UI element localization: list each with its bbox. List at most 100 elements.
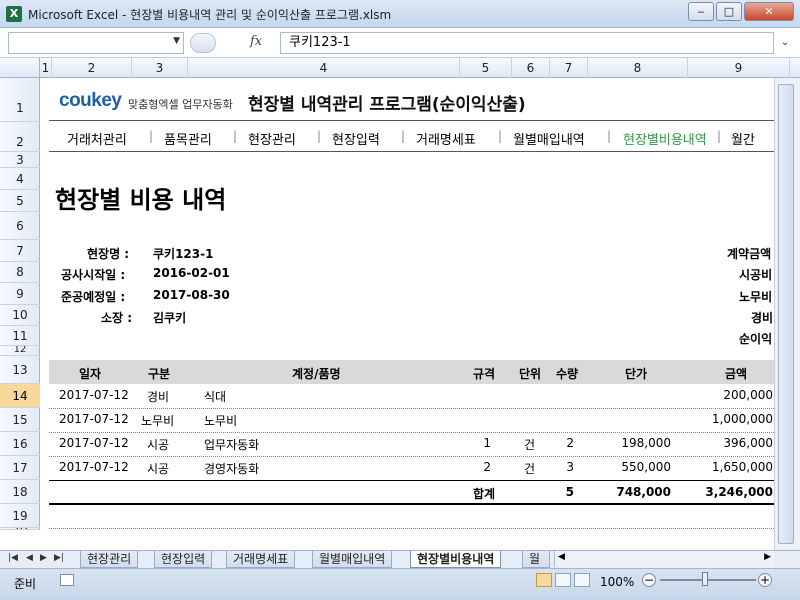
row-header[interactable]: 19 (0, 504, 40, 528)
row-header[interactable]: 11 (0, 326, 40, 346)
cell-type[interactable]: 경비 (147, 388, 169, 405)
nav-item[interactable]: 현장관리 (248, 129, 296, 148)
formula-input[interactable]: 쿠키123-1 (280, 32, 774, 54)
start-date-value[interactable]: 2016-02-01 (153, 266, 230, 280)
nav-item[interactable]: 월별매입내역 (513, 129, 585, 148)
zoom-level[interactable]: 100% (600, 575, 634, 589)
row-header[interactable]: 16 (0, 432, 40, 456)
column-header[interactable]: 2 (52, 58, 132, 78)
manager-value[interactable]: 김쿠키 (153, 309, 186, 326)
column-header[interactable]: 8 (588, 58, 688, 78)
vertical-scrollbar[interactable] (774, 78, 800, 550)
next-sheet-icon[interactable]: ▶ (40, 553, 47, 563)
maximize-button[interactable]: □ (716, 2, 742, 21)
row-header[interactable]: 9 (0, 283, 40, 305)
cell-unit[interactable]: 건 (524, 436, 535, 453)
nav-item[interactable]: 거래처관리 (67, 129, 127, 148)
nav-item[interactable]: 거래명세표 (416, 129, 476, 148)
sheet-tab[interactable]: 월별매입내역 (312, 551, 393, 568)
scroll-right-icon[interactable]: ▶ (764, 552, 771, 562)
zoom-in-button[interactable]: + (758, 573, 772, 587)
scroll-left-icon[interactable]: ◀ (558, 552, 565, 562)
cell-item[interactable]: 경영자동화 (204, 460, 259, 477)
row-header[interactable]: 6 (0, 212, 40, 240)
row-header[interactable]: 5 (0, 190, 40, 212)
cell-type[interactable]: 시공 (147, 460, 169, 477)
cell-item[interactable]: 식대 (204, 388, 226, 405)
nav-item[interactable]: 품목관리 (164, 129, 212, 148)
status-ready: 준비 (14, 577, 37, 591)
sheet-tab[interactable]: 거래명세표 (226, 551, 296, 568)
macro-record-icon[interactable] (60, 574, 74, 586)
sheet-tab-active[interactable]: 현장별비용내역 (410, 551, 502, 568)
row-header[interactable]: 20 (0, 528, 40, 530)
column-header[interactable]: 6 (512, 58, 550, 78)
column-header[interactable]: 9 (688, 58, 790, 78)
vertical-scroll-thumb[interactable] (778, 84, 794, 544)
expand-formula-bar-icon[interactable]: ⌄ (776, 32, 794, 54)
page-break-view-button[interactable] (574, 573, 590, 587)
horizontal-scrollbar[interactable]: ◀ ▶ (554, 551, 774, 567)
close-button[interactable]: ✕ (744, 2, 794, 21)
page-layout-view-button[interactable] (555, 573, 571, 587)
select-all-corner[interactable] (0, 58, 40, 78)
sheet-tab[interactable]: 현장관리 (80, 551, 139, 568)
cell-type[interactable]: 노무비 (141, 412, 174, 429)
row-header[interactable]: 18 (0, 480, 40, 504)
cell-type[interactable]: 시공 (147, 436, 169, 453)
cell-spec[interactable]: 2 (471, 460, 491, 474)
minimize-button[interactable]: ‒ (688, 2, 714, 21)
row-header[interactable]: 13 (0, 356, 40, 384)
cell-date[interactable]: 2017-07-12 (59, 388, 129, 402)
column-header[interactable]: 4 (188, 58, 460, 78)
chevron-down-icon[interactable]: ▼ (173, 36, 180, 46)
insert-function-button[interactable]: fx (250, 34, 262, 49)
worksheet-grid[interactable]: coukey 맞춤형엑셀 업무자동화 현장별 내역관리 프로그램(순이익산출) … (41, 78, 774, 530)
end-date-value[interactable]: 2017-08-30 (153, 288, 230, 302)
cell-spec[interactable]: 1 (471, 436, 491, 450)
sheet-tab[interactable]: 월 (522, 551, 550, 568)
row-header[interactable]: 3 (0, 152, 40, 168)
name-box[interactable]: ▼ (8, 32, 184, 54)
first-sheet-icon[interactable]: |◀ (8, 553, 18, 563)
row-header[interactable]: 8 (0, 262, 40, 283)
cell-date[interactable]: 2017-07-12 (59, 412, 129, 426)
site-name-value[interactable]: 쿠키123-1 (153, 245, 213, 262)
cell-amount[interactable]: 396,000 (631, 436, 773, 450)
normal-view-button[interactable] (536, 573, 552, 587)
row-header[interactable]: 4 (0, 168, 40, 190)
cell-qty[interactable]: 2 (559, 436, 574, 450)
cell-amount[interactable]: 1,000,000 (631, 412, 773, 426)
zoom-out-button[interactable]: − (642, 573, 656, 587)
last-sheet-icon[interactable]: ▶| (54, 553, 64, 563)
cell-date[interactable]: 2017-07-12 (59, 436, 129, 450)
cell-qty[interactable]: 3 (559, 460, 574, 474)
cell-item[interactable]: 업무자동화 (204, 436, 259, 453)
nav-item[interactable]: 월간 (731, 129, 755, 148)
nav-item[interactable]: 현장입력 (332, 129, 380, 148)
nav-item-active[interactable]: 현장별비용내역 (623, 129, 707, 148)
column-header[interactable]: 7 (550, 58, 588, 78)
cell-amount[interactable]: 200,000 (631, 388, 773, 402)
zoom-slider-thumb[interactable] (702, 572, 708, 586)
row-header[interactable]: 2 (0, 122, 40, 152)
column-header[interactable]: 3 (132, 58, 188, 78)
row-header[interactable]: 12 (0, 346, 40, 356)
cell-unit[interactable]: 건 (524, 460, 535, 477)
zoom-slider-track[interactable] (660, 579, 756, 581)
row-header[interactable]: 7 (0, 240, 40, 262)
row-header-selected[interactable]: 14 (0, 384, 40, 408)
row-header[interactable]: 10 (0, 305, 40, 326)
sheet-tab[interactable]: 현장입력 (154, 551, 213, 568)
row-header[interactable]: 15 (0, 408, 40, 432)
excel-app-icon[interactable]: X (6, 6, 22, 22)
formula-bar-resize-handle[interactable] (190, 33, 216, 53)
cell-amount[interactable]: 1,650,000 (631, 460, 773, 474)
cell-date[interactable]: 2017-07-12 (59, 460, 129, 474)
column-header[interactable]: 5 (460, 58, 512, 78)
row-header[interactable]: 1 (0, 78, 40, 122)
column-header[interactable]: 1 (40, 58, 52, 78)
cell-item[interactable]: 노무비 (204, 412, 237, 429)
prev-sheet-icon[interactable]: ◀ (26, 553, 33, 563)
row-header[interactable]: 17 (0, 456, 40, 480)
